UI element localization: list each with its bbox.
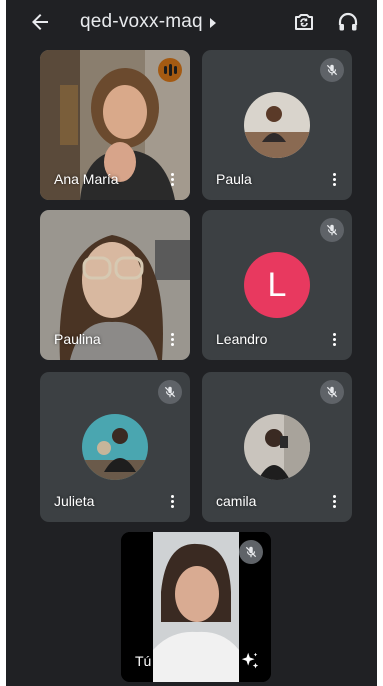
avatar xyxy=(244,414,310,480)
call-header: qed-voxx-maq xyxy=(6,0,377,44)
speaking-indicator-icon xyxy=(158,58,182,82)
participant-tile-leandro[interactable]: L Leandro xyxy=(202,210,352,360)
caret-right-icon[interactable] xyxy=(210,18,216,28)
sparkle-effects-icon[interactable] xyxy=(239,650,261,672)
more-options-icon[interactable] xyxy=(164,331,180,349)
participant-tile-camila[interactable]: camila xyxy=(202,372,352,522)
more-options-icon[interactable] xyxy=(164,171,180,189)
participant-name: Paula xyxy=(216,171,252,187)
participant-name: Leandro xyxy=(216,331,268,347)
participant-name: camila xyxy=(216,493,257,509)
participant-name: Julieta xyxy=(54,493,95,509)
participant-name: Paulina xyxy=(54,331,101,347)
mic-off-icon xyxy=(320,58,344,82)
mic-off-icon[interactable] xyxy=(239,540,263,564)
participant-name: Ana María xyxy=(54,171,119,187)
mic-off-icon xyxy=(320,380,344,404)
more-options-icon[interactable] xyxy=(164,493,180,511)
participant-tile-paulina[interactable]: Paulina xyxy=(40,210,190,360)
more-options-icon[interactable] xyxy=(326,493,342,511)
participant-tile-paula[interactable]: Paula xyxy=(202,50,352,200)
participant-tile-ana-maria[interactable]: Ana María xyxy=(40,50,190,200)
meeting-code[interactable]: qed-voxx-maq xyxy=(80,11,203,33)
mic-off-icon xyxy=(158,380,182,404)
avatar xyxy=(244,92,310,158)
mic-off-icon xyxy=(320,218,344,242)
call-screen: qed-voxx-maq Ana María Paula Paulina L L… xyxy=(6,0,377,686)
more-options-icon[interactable] xyxy=(326,331,342,349)
arrow-back-icon[interactable] xyxy=(28,10,52,34)
self-name: Tú xyxy=(135,653,152,669)
avatar xyxy=(82,414,148,480)
avatar-initial: L xyxy=(244,252,310,318)
participant-tile-julieta[interactable]: Julieta xyxy=(40,372,190,522)
more-options-icon[interactable] xyxy=(326,171,342,189)
self-view-tile[interactable]: Tú xyxy=(121,532,271,682)
headphones-icon[interactable] xyxy=(336,10,360,34)
switch-camera-icon[interactable] xyxy=(292,10,316,34)
